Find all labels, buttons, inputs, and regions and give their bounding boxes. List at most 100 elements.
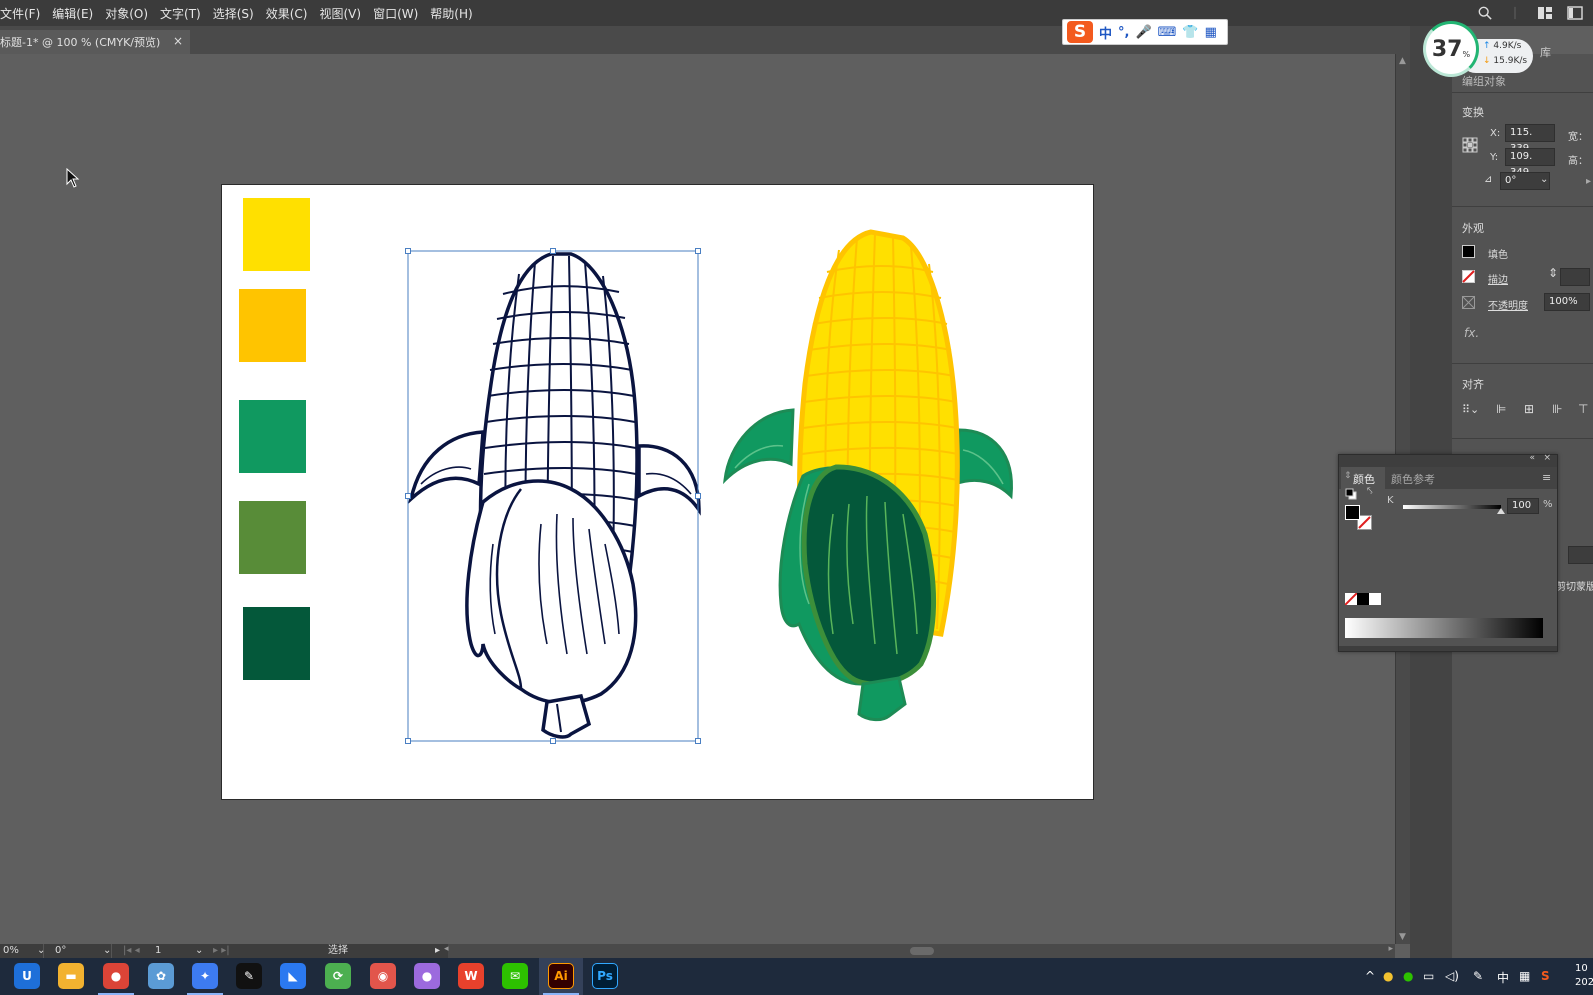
last-artboard-icon[interactable]: ▸ ▸| — [210, 944, 233, 958]
taskbar-sync-icon[interactable]: ⟳ — [325, 963, 351, 989]
taskbar-pen-icon[interactable]: ✎ — [236, 963, 262, 989]
opacity-field[interactable]: 100% — [1544, 293, 1590, 311]
taskbar-baidu-icon[interactable]: ✦ — [192, 963, 218, 989]
default-colors-icon[interactable] — [1345, 488, 1357, 500]
taskbar-explorer-icon[interactable]: ▬ — [58, 963, 84, 989]
tab-color-guide[interactable]: 颜色参考 — [1391, 471, 1435, 487]
menu-effect[interactable]: 效果(C) — [260, 5, 314, 22]
align-top-icon[interactable]: ⊤ — [1578, 402, 1588, 416]
menu-help[interactable]: 帮助(H) — [424, 5, 478, 22]
fx-icon[interactable]: fx. — [1464, 326, 1479, 340]
clipping-mask-label[interactable]: 剪切蒙版 — [1556, 578, 1593, 593]
library-tab[interactable]: 库 — [1540, 44, 1551, 60]
fill-label: 填色 — [1488, 250, 1508, 261]
taskbar-photoshop-icon[interactable]: Ps — [592, 963, 618, 989]
rotation-dropdown-icon[interactable]: ⌄ — [100, 944, 114, 958]
white-swatch[interactable] — [1369, 593, 1381, 605]
stroke-label[interactable]: 描边 — [1488, 271, 1508, 286]
taskbar-wechat-icon[interactable]: ✉ — [502, 963, 528, 989]
tool-mode-label: 选择 — [328, 945, 348, 956]
stroke-swatch[interactable] — [1462, 270, 1475, 283]
colored-corn[interactable] — [723, 229, 1013, 722]
tray-app-icon[interactable]: ● — [1383, 969, 1393, 983]
pen-icon[interactable]: ✎ — [1473, 969, 1483, 983]
more-options-icon[interactable]: ▸ — [1586, 176, 1591, 187]
y-field[interactable]: 109. 349 — [1505, 148, 1555, 178]
opacity-label[interactable]: 不透明度 — [1488, 297, 1528, 312]
taskbar-chrome2-icon[interactable]: ● — [414, 963, 440, 989]
menu-window[interactable]: 窗口(W) — [367, 5, 424, 22]
taskbar-wps-icon[interactable]: W — [458, 963, 484, 989]
horizontal-scrollbar[interactable]: ◂ ▸ — [444, 944, 1395, 958]
tab-color[interactable]: 颜色 — [1353, 471, 1375, 487]
taskbar-chrome-icon[interactable]: ● — [103, 963, 129, 989]
clip-options-field[interactable] — [1568, 546, 1593, 564]
status-menu-icon[interactable]: ▸ — [432, 944, 443, 958]
scroll-down-icon[interactable]: ▼ — [1399, 932, 1406, 942]
taskbar-settings-icon[interactable]: ✿ — [148, 963, 174, 989]
arrange-documents-icon[interactable] — [1567, 6, 1583, 20]
collapse-icon[interactable]: « — [1529, 453, 1535, 463]
k-unit-label: % — [1543, 499, 1553, 510]
close-icon[interactable]: × — [1543, 453, 1551, 463]
taskbar-notes-icon[interactable]: ◣ — [280, 963, 306, 989]
ime-punctuation-icon[interactable]: °, — [1118, 25, 1129, 40]
none-swatch[interactable] — [1345, 593, 1357, 605]
tray-wechat-icon[interactable]: ● — [1403, 969, 1413, 983]
outline-corn[interactable] — [408, 252, 701, 739]
menu-view[interactable]: 视图(V) — [313, 5, 367, 22]
tray-expand-icon[interactable]: ^ — [1365, 969, 1375, 983]
microphone-icon[interactable]: 🎤 — [1135, 25, 1151, 40]
scroll-up-icon[interactable]: ▲ — [1399, 56, 1406, 66]
k-slider-track[interactable] — [1403, 505, 1501, 509]
color-spectrum-bar[interactable] — [1345, 618, 1543, 638]
volume-icon[interactable]: ◁) — [1445, 969, 1459, 983]
network-icon[interactable]: ▭ — [1423, 969, 1434, 983]
align-right-icon[interactable]: ⊪ — [1552, 402, 1562, 416]
chevron-down-icon[interactable]: ⌄ — [1540, 174, 1548, 185]
clock[interactable]: 10 202 — [1575, 962, 1593, 990]
k-slider-thumb[interactable] — [1497, 508, 1505, 514]
scroll-right-icon[interactable]: ▸ — [1388, 944, 1393, 954]
document-tab[interactable]: 标题-1* @ 100 % (CMYK/预览) × — [0, 30, 190, 54]
reference-point-icon[interactable] — [1462, 137, 1478, 153]
horizontal-scroll-thumb[interactable] — [910, 947, 934, 955]
black-swatch[interactable] — [1357, 593, 1369, 605]
scroll-left-icon[interactable]: ◂ — [444, 944, 449, 954]
menu-select[interactable]: 选择(S) — [207, 5, 260, 22]
color-panel-header[interactable]: « × — [1339, 453, 1557, 467]
taskbar-illustrator-icon[interactable]: Ai — [548, 963, 574, 989]
menu-object[interactable]: 对象(O) — [99, 5, 154, 22]
sogou-logo-icon[interactable]: S — [1067, 21, 1093, 43]
taskbar-color-icon[interactable]: ◉ — [370, 963, 396, 989]
toolbox-icon[interactable]: ▦ — [1205, 25, 1217, 40]
skin-icon[interactable]: 👕 — [1182, 25, 1198, 40]
align-center-icon[interactable]: ⊞ — [1524, 402, 1534, 416]
close-icon[interactable]: × — [173, 34, 183, 48]
align-left-icon[interactable]: ⊫ — [1496, 402, 1506, 416]
x-field[interactable]: 115. 339 — [1505, 124, 1555, 154]
fill-swatch[interactable] — [1462, 245, 1475, 258]
fill-color-box[interactable] — [1345, 505, 1360, 520]
search-icon[interactable] — [1477, 6, 1493, 20]
workspace-icon[interactable] — [1537, 6, 1553, 20]
menu-type[interactable]: 文字(T) — [154, 5, 207, 22]
keyboard-icon[interactable]: ▦ — [1519, 969, 1530, 983]
keyboard-icon[interactable]: ⌨ — [1158, 25, 1177, 40]
stroke-stepper-icon[interactable]: ⇕ — [1548, 266, 1558, 280]
ime-language-toggle[interactable]: 中 — [1099, 23, 1112, 42]
stroke-weight-field[interactable] — [1560, 268, 1590, 286]
sogou-tray-icon[interactable]: S — [1541, 969, 1550, 983]
align-to-icon[interactable]: ⠿⌄ — [1462, 403, 1479, 416]
zoom-dropdown-icon[interactable]: ⌄ — [34, 944, 48, 958]
taskbar-uu-icon[interactable]: U — [14, 963, 40, 989]
network-speed-widget[interactable]: ↑ 4.9K/s ↓ 15.9K/s 37% — [1423, 21, 1533, 79]
first-artboard-icon[interactable]: |◂ ◂ — [120, 944, 143, 958]
swap-colors-icon[interactable]: ⤣ — [1367, 486, 1373, 497]
artboard-dropdown-icon[interactable]: ⌄ — [192, 944, 206, 958]
panel-menu-icon[interactable]: ≡ — [1542, 471, 1551, 484]
menu-file[interactable]: 文件(F) — [0, 5, 46, 22]
input-language-indicator[interactable]: 中 — [1497, 969, 1509, 986]
menu-edit[interactable]: 编辑(E) — [46, 5, 99, 22]
k-value-field[interactable]: 100 — [1507, 498, 1539, 514]
